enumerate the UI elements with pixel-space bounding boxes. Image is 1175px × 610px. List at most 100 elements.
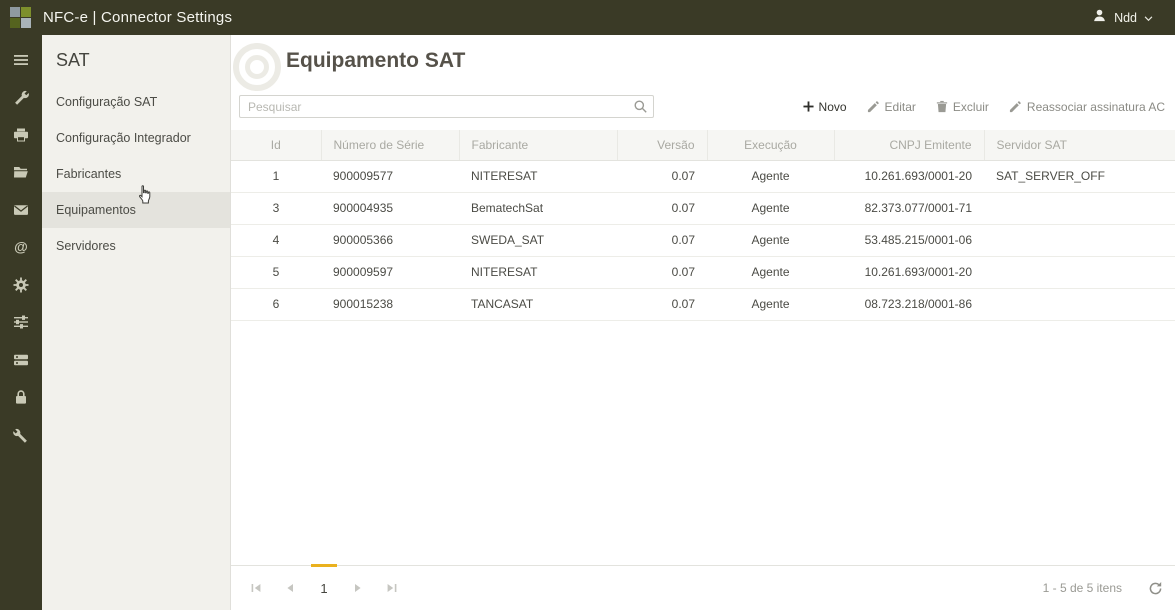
search-input[interactable] bbox=[239, 95, 654, 118]
mail-icon[interactable] bbox=[0, 191, 42, 229]
table-row[interactable]: 5 900009597 NITERESAT 0.07 Agente 10.261… bbox=[231, 256, 1175, 289]
sliders-icon[interactable] bbox=[0, 304, 42, 342]
cell-id: 5 bbox=[231, 256, 321, 289]
search-box bbox=[239, 95, 654, 118]
delete-button[interactable]: Excluir bbox=[936, 100, 989, 114]
wrench-icon[interactable] bbox=[0, 79, 42, 117]
cell-numero-serie: 900009577 bbox=[321, 160, 459, 193]
cell-numero-serie: 900015238 bbox=[321, 288, 459, 321]
table-header-row: Id Número de Série Fabricante Versão Exe… bbox=[231, 130, 1175, 161]
cell-cnpj-emitente: 82.373.077/0001-71 bbox=[834, 192, 984, 225]
grid-toolbar: Novo Editar Excluir Reassociar assinatur… bbox=[231, 73, 1175, 130]
pencil-icon bbox=[1009, 101, 1021, 113]
cell-fabricante: NITERESAT bbox=[459, 256, 617, 289]
gear-icon[interactable] bbox=[0, 266, 42, 304]
app-logo-icon bbox=[10, 7, 31, 28]
cell-versao: 0.07 bbox=[617, 192, 707, 225]
cell-numero-serie: 900004935 bbox=[321, 192, 459, 225]
svg-text:@: @ bbox=[14, 239, 28, 255]
cell-servidor-sat: SAT_SERVER_OFF bbox=[984, 160, 1175, 193]
cell-execucao: Agente bbox=[707, 160, 834, 193]
app-title: NFC-e | Connector Settings bbox=[43, 9, 233, 26]
table-row[interactable]: 4 900005366 SWEDA_SAT 0.07 Agente 53.485… bbox=[231, 224, 1175, 257]
cell-cnpj-emitente: 10.261.693/0001-20 bbox=[834, 160, 984, 193]
cell-execucao: Agente bbox=[707, 224, 834, 257]
cell-fabricante: BematechSat bbox=[459, 192, 617, 225]
cell-execucao: Agente bbox=[707, 288, 834, 321]
table-row[interactable]: 3 900004935 BematechSat 0.07 Agente 82.3… bbox=[231, 192, 1175, 225]
cell-cnpj-emitente: 53.485.215/0001-06 bbox=[834, 224, 984, 257]
folder-open-icon[interactable] bbox=[0, 154, 42, 192]
cell-id: 6 bbox=[231, 288, 321, 321]
pager-status: 1 - 5 de 5 itens bbox=[1042, 581, 1122, 595]
cell-versao: 0.07 bbox=[617, 224, 707, 257]
column-header-numero-serie[interactable]: Número de Série bbox=[320, 130, 459, 161]
app-window: NFC-e | Connector Settings Ndd @ SAT Con… bbox=[0, 0, 1175, 610]
main-content: Equipamento SAT Novo Editar bbox=[231, 35, 1175, 610]
column-header-fabricante[interactable]: Fabricante bbox=[458, 130, 617, 161]
printer-icon[interactable] bbox=[0, 116, 42, 154]
cell-fabricante: SWEDA_SAT bbox=[459, 224, 617, 257]
next-page-button[interactable] bbox=[345, 575, 371, 601]
edit-button[interactable]: Editar bbox=[867, 100, 916, 114]
new-button[interactable]: Novo bbox=[802, 100, 847, 114]
at-sign-icon[interactable]: @ bbox=[0, 229, 42, 267]
last-page-button[interactable] bbox=[379, 575, 405, 601]
refresh-icon[interactable] bbox=[1148, 581, 1163, 596]
previous-page-button[interactable] bbox=[277, 575, 303, 601]
pager: 1 1 - 5 de 5 itens bbox=[231, 564, 1175, 610]
sidebar: SAT Configuração SAT Configuração Integr… bbox=[42, 35, 231, 610]
cell-cnpj-emitente: 08.723.218/0001-86 bbox=[834, 288, 984, 321]
table-row[interactable]: 6 900015238 TANCASAT 0.07 Agente 08.723.… bbox=[231, 288, 1175, 321]
column-header-servidor-sat[interactable]: Servidor SAT bbox=[983, 130, 1175, 161]
cell-servidor-sat bbox=[984, 192, 1175, 225]
tools-icon[interactable] bbox=[0, 416, 42, 454]
lock-icon[interactable] bbox=[0, 379, 42, 417]
sidebar-title: SAT bbox=[56, 50, 90, 70]
column-header-versao[interactable]: Versão bbox=[616, 130, 707, 161]
edit-icon bbox=[867, 101, 879, 113]
top-bar: NFC-e | Connector Settings Ndd bbox=[0, 0, 1175, 35]
page-number-button[interactable]: 1 bbox=[311, 575, 337, 601]
page-title: Equipamento SAT bbox=[286, 49, 466, 72]
cell-execucao: Agente bbox=[707, 192, 834, 225]
reassign-signature-button[interactable]: Reassociar assinatura AC bbox=[1009, 100, 1165, 114]
cell-servidor-sat bbox=[984, 256, 1175, 289]
cell-numero-serie: 900009597 bbox=[321, 256, 459, 289]
equipment-table: Id Número de Série Fabricante Versão Exe… bbox=[231, 130, 1175, 321]
cell-id: 3 bbox=[231, 192, 321, 225]
sidebar-item-servidores[interactable]: Servidores bbox=[42, 228, 230, 264]
cell-id: 4 bbox=[231, 224, 321, 257]
sidebar-item-equipamentos[interactable]: Equipamentos bbox=[42, 192, 230, 228]
sidebar-item-configuracao-sat[interactable]: Configuração SAT bbox=[42, 84, 230, 120]
cell-fabricante: TANCASAT bbox=[459, 288, 617, 321]
user-icon bbox=[1092, 8, 1107, 28]
sidebar-item-configuracao-integrador[interactable]: Configuração Integrador bbox=[42, 120, 230, 156]
search-icon[interactable] bbox=[633, 99, 648, 119]
cell-servidor-sat bbox=[984, 224, 1175, 257]
sidebar-item-fabricantes[interactable]: Fabricantes bbox=[42, 156, 230, 192]
trash-icon bbox=[936, 100, 948, 113]
cell-versao: 0.07 bbox=[617, 160, 707, 193]
chevron-down-icon bbox=[1144, 9, 1153, 27]
menu-icon[interactable] bbox=[0, 41, 42, 79]
column-header-execucao[interactable]: Execução bbox=[706, 130, 834, 161]
current-page-indicator bbox=[311, 564, 337, 567]
cell-servidor-sat bbox=[984, 288, 1175, 321]
user-name: Ndd bbox=[1114, 10, 1137, 25]
cell-execucao: Agente bbox=[707, 256, 834, 289]
cell-numero-serie: 900005366 bbox=[321, 224, 459, 257]
table-row[interactable]: 1 900009577 NITERESAT 0.07 Agente 10.261… bbox=[231, 160, 1175, 193]
column-header-id[interactable]: Id bbox=[231, 130, 321, 161]
icon-rail: @ bbox=[0, 35, 42, 610]
cell-fabricante: NITERESAT bbox=[459, 160, 617, 193]
cell-versao: 0.07 bbox=[617, 256, 707, 289]
print-queue-icon[interactable] bbox=[0, 341, 42, 379]
cell-cnpj-emitente: 10.261.693/0001-20 bbox=[834, 256, 984, 289]
cell-id: 1 bbox=[231, 160, 321, 193]
cell-versao: 0.07 bbox=[617, 288, 707, 321]
column-header-cnpj-emitente[interactable]: CNPJ Emitente bbox=[833, 130, 984, 161]
user-menu[interactable]: Ndd bbox=[1092, 8, 1175, 28]
first-page-button[interactable] bbox=[243, 575, 269, 601]
plus-icon bbox=[802, 101, 814, 112]
